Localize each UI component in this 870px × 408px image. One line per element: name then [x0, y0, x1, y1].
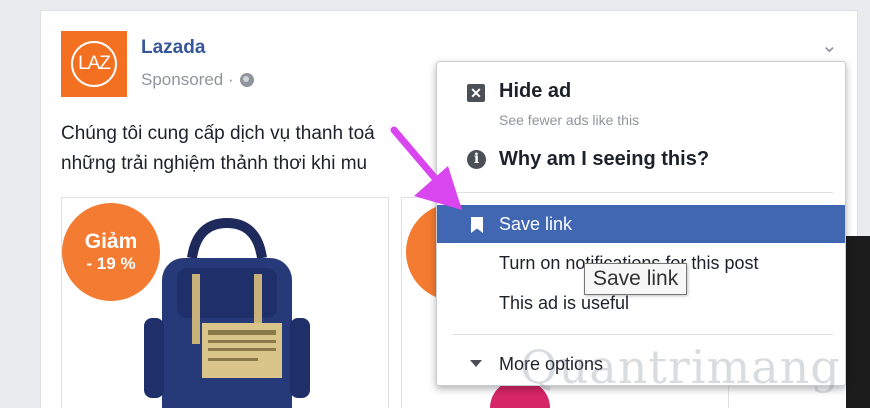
- caret-down-icon: [470, 360, 482, 367]
- hide-ad-subtitle: See fewer ads like this: [499, 112, 640, 128]
- bookmark-icon: [471, 217, 483, 233]
- menu-item-why-seeing[interactable]: i Why am I seeing this?: [437, 148, 845, 178]
- globe-icon: [239, 73, 254, 87]
- hide-ad-title: Hide ad: [499, 80, 572, 102]
- chevron-down-icon[interactable]: ⌄: [821, 33, 838, 58]
- logo-text: LAZ: [71, 41, 117, 87]
- sponsored-label: Sponsored ·: [141, 70, 254, 90]
- save-link-label: Save link: [499, 214, 573, 234]
- close-box-icon: ✕: [467, 84, 485, 102]
- pointer-arrow-annotation: [390, 126, 462, 210]
- sponsored-text: Sponsored ·: [141, 70, 234, 89]
- page-name-link[interactable]: Lazada: [141, 37, 205, 59]
- menu-item-hide-ad[interactable]: ✕ Hide ad See fewer ads like this: [437, 80, 845, 130]
- why-seeing-title: Why am I seeing this?: [499, 148, 710, 170]
- menu-item-save-link[interactable]: Save link: [437, 205, 845, 243]
- badge-value: - 19 %: [86, 254, 136, 273]
- product-image-edge: [846, 236, 870, 408]
- badge-label: Giảm: [84, 230, 138, 253]
- menu-divider: [453, 192, 833, 193]
- menu-item-ad-useful[interactable]: This ad is useful: [499, 293, 629, 314]
- menu-divider: [453, 334, 833, 335]
- watermark: Quantrimang: [520, 340, 841, 394]
- discount-badge: Giảm - 19 %: [62, 203, 160, 301]
- product-card[interactable]: Giảm - 19 %: [61, 197, 389, 408]
- info-icon: i: [467, 150, 486, 169]
- ad-options-menu: ✕ Hide ad See fewer ads like this i Why …: [436, 61, 846, 386]
- lazada-logo[interactable]: LAZ: [61, 31, 127, 97]
- save-link-tooltip: Save link: [584, 263, 688, 295]
